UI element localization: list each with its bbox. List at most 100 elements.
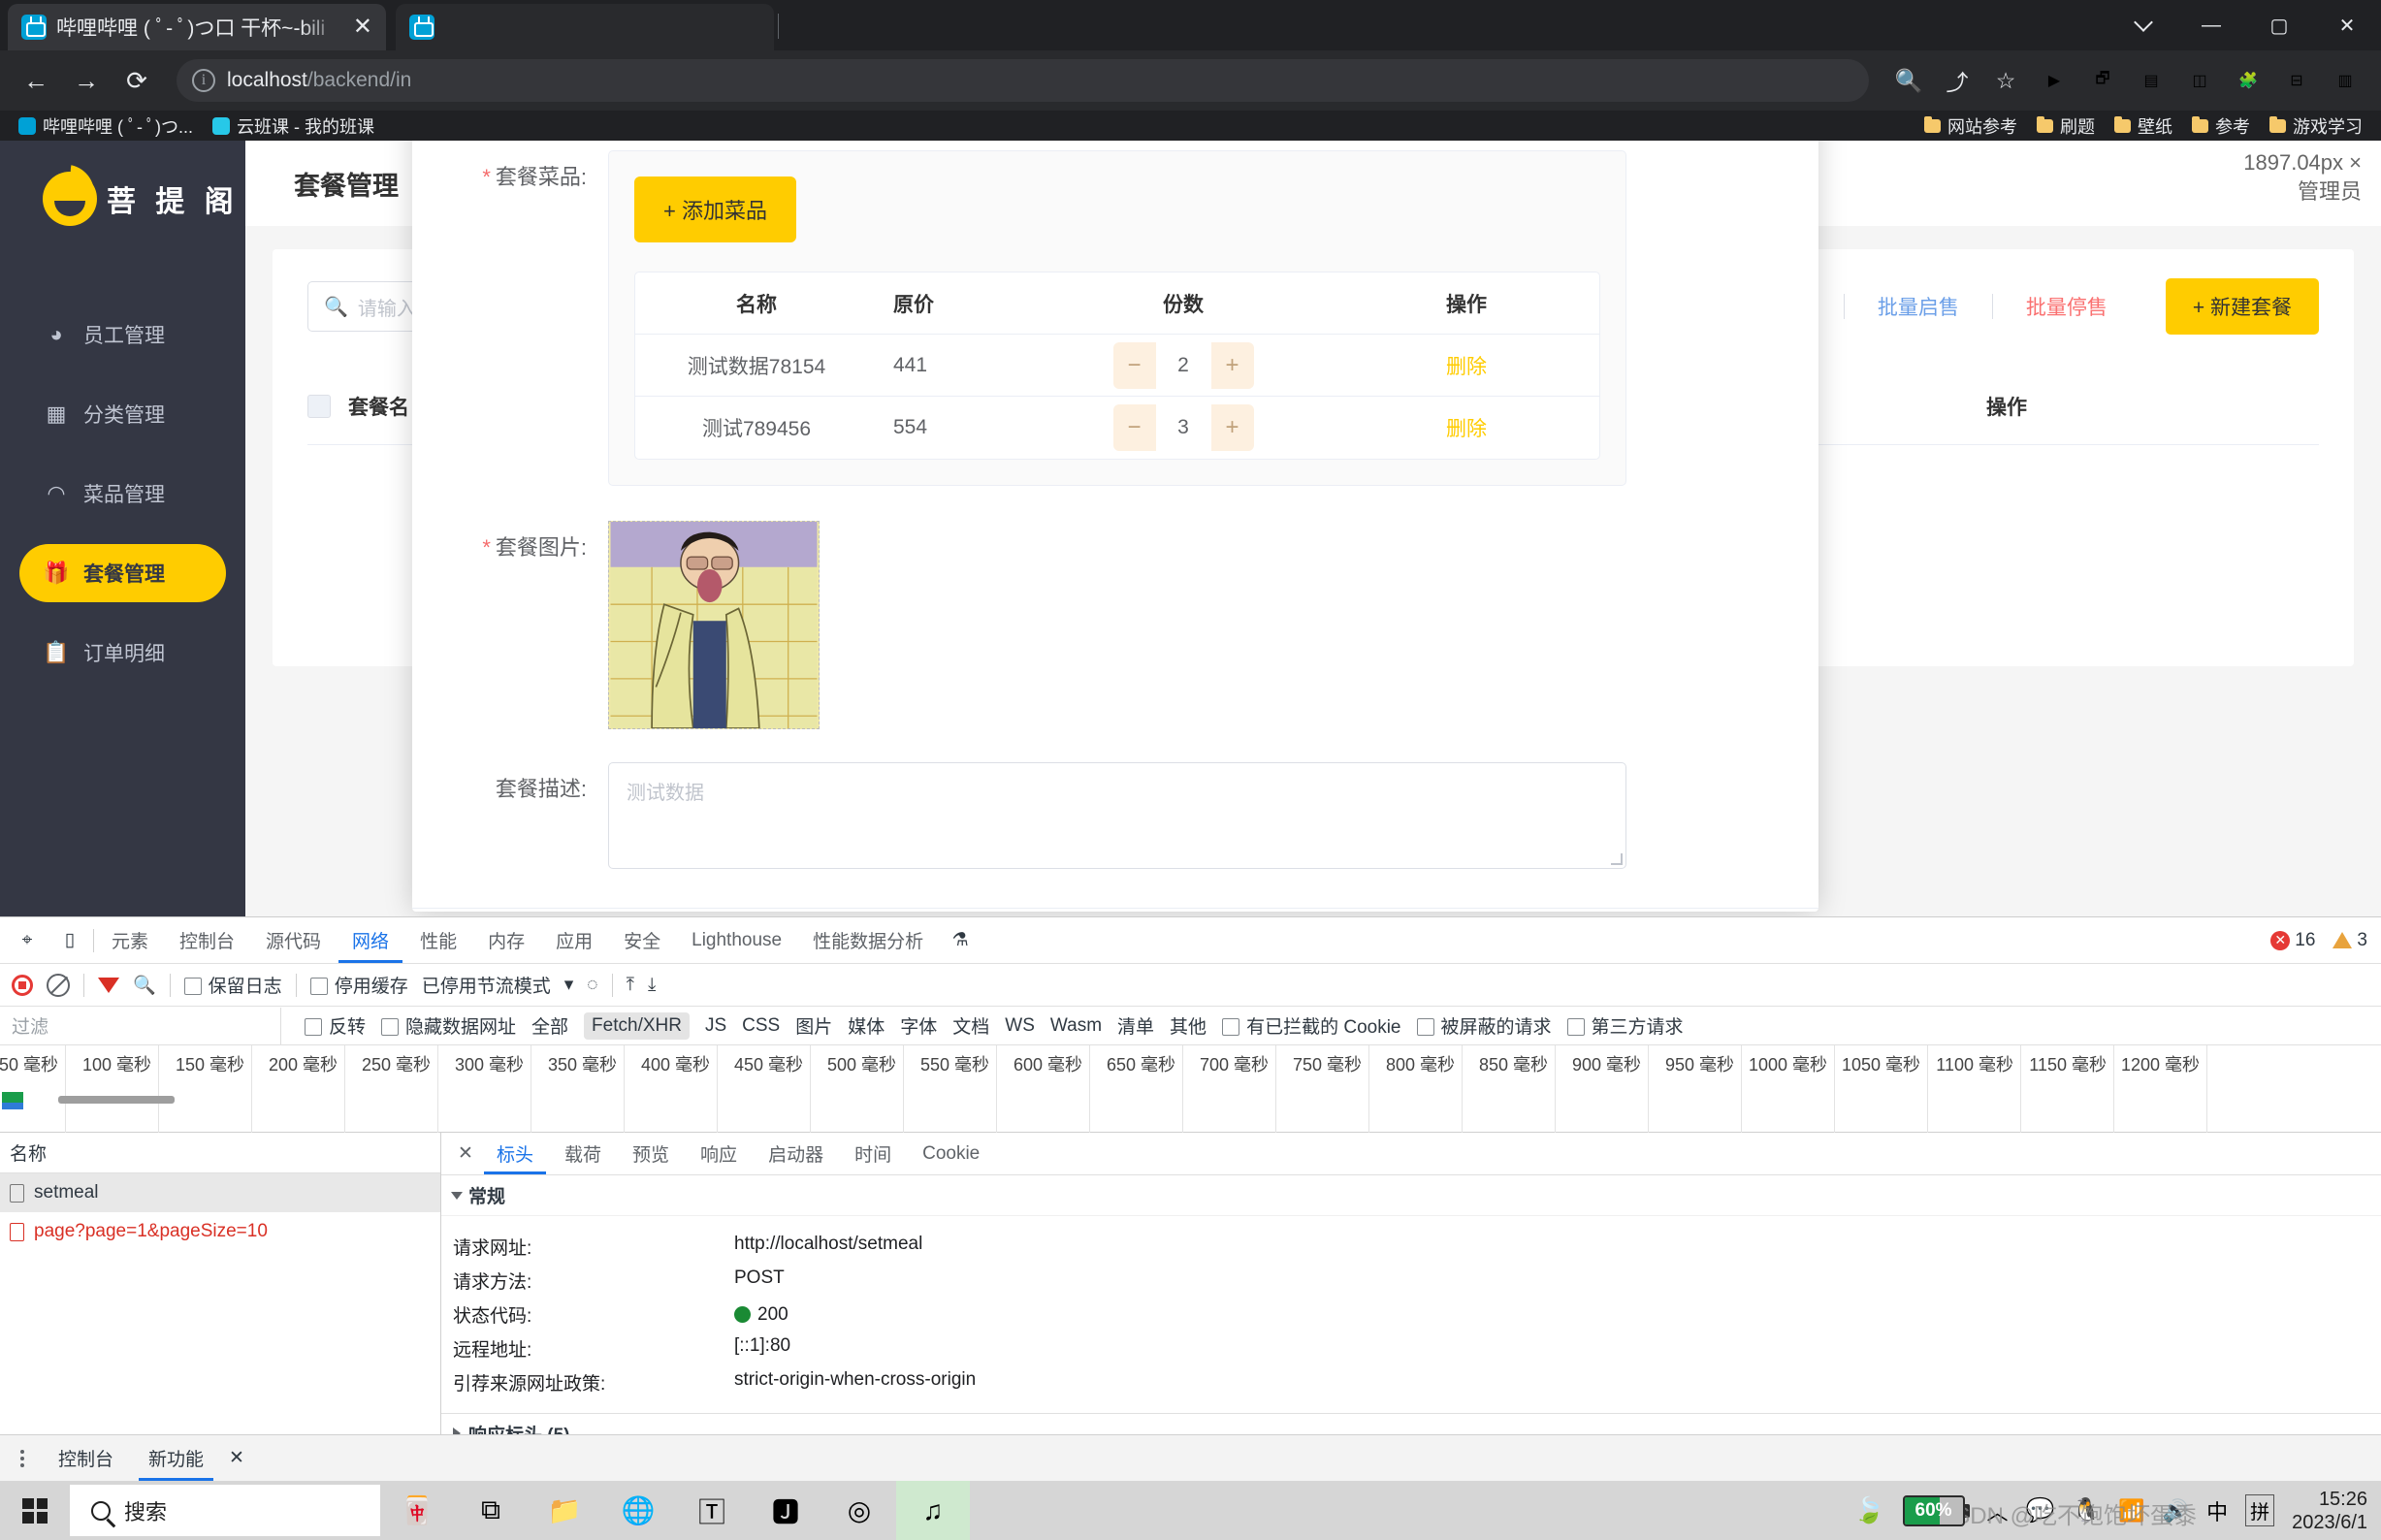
decrement-button[interactable]: − bbox=[1113, 352, 1156, 379]
filter-other[interactable]: 其他 bbox=[1170, 1012, 1207, 1039]
batch-enable-button[interactable]: 批量启售 bbox=[1845, 292, 1992, 321]
quantity-value[interactable]: 2 bbox=[1156, 342, 1211, 389]
ime-indicator[interactable]: 中 bbox=[2206, 1495, 2228, 1526]
increment-button[interactable]: + bbox=[1211, 352, 1254, 379]
browser-essentials-icon[interactable]: ◫ bbox=[2177, 58, 2222, 103]
description-textarea[interactable]: 测试数据 bbox=[608, 762, 1626, 869]
filter-media[interactable]: 媒体 bbox=[848, 1012, 885, 1039]
back-icon[interactable]: ← bbox=[14, 58, 58, 103]
more-options-icon[interactable] bbox=[12, 1450, 33, 1467]
tab-network[interactable]: 网络 bbox=[338, 918, 402, 963]
network-conditions-icon[interactable]: ◌ bbox=[587, 975, 597, 996]
bookmark-folder[interactable]: 网站参考 bbox=[1915, 110, 2026, 143]
delete-dish-button[interactable]: 删除 bbox=[1334, 413, 1599, 442]
close-icon[interactable]: ✕ bbox=[353, 16, 372, 39]
increment-button[interactable]: + bbox=[1211, 414, 1254, 441]
close-icon[interactable]: ✕ bbox=[453, 1141, 478, 1167]
browser-tab-inactive[interactable] bbox=[396, 4, 774, 50]
drawer-tab-whats-new[interactable]: 新功能 bbox=[139, 1436, 213, 1481]
sidebar-item-dish[interactable]: ◠ 菜品管理 bbox=[19, 465, 226, 523]
idea-icon[interactable]: 🅹 bbox=[749, 1481, 822, 1540]
device-toolbar-icon[interactable]: ▯ bbox=[50, 921, 89, 960]
forward-icon[interactable]: → bbox=[64, 58, 109, 103]
filter-font[interactable]: 字体 bbox=[900, 1012, 937, 1039]
battery-indicator[interactable]: 60% bbox=[1903, 1495, 1970, 1526]
tab-security[interactable]: 安全 bbox=[610, 918, 674, 963]
clock[interactable]: 15:26 2023/6/1 bbox=[2292, 1488, 2367, 1534]
new-setmeal-button[interactable]: + 新建套餐 bbox=[2166, 278, 2319, 335]
delete-dish-button[interactable]: 删除 bbox=[1334, 351, 1599, 380]
tab-performance[interactable]: 性能 bbox=[406, 918, 470, 963]
record-icon[interactable] bbox=[12, 975, 33, 996]
filter-manifest[interactable]: 清单 bbox=[1117, 1012, 1154, 1039]
app-icon[interactable]: ◎ bbox=[822, 1481, 896, 1540]
bookmark-folder[interactable]: 刷题 bbox=[2028, 110, 2104, 143]
tab-application[interactable]: 应用 bbox=[542, 918, 606, 963]
network-timeline[interactable]: 50 毫秒 100 毫秒 150 毫秒 200 毫秒 250 毫秒 300 毫秒… bbox=[0, 1045, 2381, 1133]
batch-disable-button[interactable]: 批量停售 bbox=[1993, 292, 2140, 321]
media-icon[interactable]: ▶ bbox=[2032, 58, 2076, 103]
select-all-checkbox[interactable] bbox=[307, 395, 331, 418]
tab-sources[interactable]: 源代码 bbox=[252, 918, 335, 963]
quantity-stepper[interactable]: − 2 + bbox=[1033, 342, 1334, 389]
sidebar-item-setmeal[interactable]: 🎁 套餐管理 bbox=[19, 544, 226, 602]
collections-icon[interactable]: ▤ bbox=[2129, 58, 2173, 103]
reload-icon[interactable]: ⟳ bbox=[114, 58, 159, 103]
filter-fetch-xhr[interactable]: Fetch/XHR bbox=[584, 1012, 690, 1040]
quantity-value[interactable]: 3 bbox=[1156, 404, 1211, 451]
search-icon[interactable]: 🔍 bbox=[133, 974, 156, 997]
list-item[interactable]: setmeal bbox=[0, 1173, 440, 1212]
import-har-icon[interactable]: ⤒ bbox=[627, 975, 634, 996]
tab-headers[interactable]: 标头 bbox=[484, 1134, 546, 1174]
section-general[interactable]: 常规 bbox=[441, 1175, 2381, 1216]
site-info-icon[interactable]: i bbox=[192, 69, 215, 92]
tab-cookies[interactable]: Cookie bbox=[910, 1134, 992, 1174]
browser-tab-active[interactable]: 哔哩哔哩 ( ﾟ- ﾟ)つ口 干杯~-bili ✕ bbox=[8, 4, 386, 50]
bookmark-item[interactable]: 哔哩哔哩 ( ﾟ- ﾟ)つ... bbox=[10, 110, 202, 143]
weiqi-mahjong-icon[interactable]: 🀄 bbox=[380, 1481, 454, 1540]
maximize-button[interactable]: ▢ bbox=[2245, 0, 2313, 50]
export-har-icon[interactable]: ⤓ bbox=[648, 975, 656, 996]
filter-img[interactable]: 图片 bbox=[795, 1012, 832, 1039]
typora-icon[interactable]: 🅃 bbox=[675, 1481, 749, 1540]
task-view-icon[interactable]: ⧉ bbox=[454, 1481, 528, 1540]
taskbar-search[interactable]: 搜索 bbox=[70, 1485, 380, 1536]
sidebar-item-orders[interactable]: 📋 订单明细 bbox=[19, 624, 226, 682]
bookmark-folder[interactable]: 壁纸 bbox=[2106, 110, 2181, 143]
filter-input[interactable]: 过滤 bbox=[0, 1008, 281, 1044]
drawer-tab-console[interactable]: 控制台 bbox=[48, 1445, 123, 1471]
profile-icon[interactable]: ▥ bbox=[2323, 58, 2367, 103]
issues-counter[interactable]: ✕ 16 3 bbox=[2270, 930, 2381, 951]
tab-response[interactable]: 响应 bbox=[688, 1134, 750, 1174]
split-screen-icon[interactable]: ⊟ bbox=[2274, 58, 2319, 103]
minimize-button[interactable]: — bbox=[2177, 0, 2245, 50]
tab-console[interactable]: 控制台 bbox=[166, 918, 248, 963]
tab-payload[interactable]: 载荷 bbox=[552, 1134, 614, 1174]
hide-data-urls-checkbox[interactable]: 隐藏数据网址 bbox=[381, 1012, 516, 1039]
close-icon[interactable]: ✕ bbox=[229, 1447, 244, 1469]
resize-handle-icon[interactable] bbox=[1611, 853, 1623, 865]
search-icon[interactable]: 🔍 bbox=[1886, 58, 1931, 103]
music-icon[interactable]: ♫ bbox=[896, 1481, 970, 1540]
tab-memory[interactable]: 内存 bbox=[474, 918, 538, 963]
filter-icon[interactable] bbox=[98, 978, 119, 993]
tab-search-button[interactable] bbox=[2109, 0, 2177, 50]
tab-timing[interactable]: 时间 bbox=[842, 1134, 904, 1174]
bookmark-folder[interactable]: 参考 bbox=[2183, 110, 2259, 143]
disable-cache-checkbox[interactable]: 停用缓存 bbox=[310, 972, 408, 998]
leaf-icon[interactable]: 🍃 bbox=[1853, 1495, 1884, 1525]
blocked-cookies-checkbox[interactable]: 有已拦截的 Cookie bbox=[1222, 1012, 1400, 1039]
star-icon[interactable]: ☆ bbox=[1983, 58, 2028, 103]
preserve-log-checkbox[interactable]: 保留日志 bbox=[184, 972, 282, 998]
sidebar-item-category[interactable]: ▦ 分类管理 bbox=[19, 385, 226, 443]
chrome-icon[interactable]: 🌐 bbox=[601, 1481, 675, 1540]
extensions-icon[interactable]: 🧩 bbox=[2226, 58, 2270, 103]
share-icon[interactable]: ⤴ bbox=[1935, 58, 1979, 103]
filter-doc[interactable]: 文档 bbox=[952, 1012, 989, 1039]
filter-ws[interactable]: WS bbox=[1005, 1015, 1035, 1037]
invert-checkbox[interactable]: 反转 bbox=[305, 1012, 366, 1039]
tab-elements[interactable]: 元素 bbox=[98, 918, 162, 963]
tab-initiator[interactable]: 启动器 bbox=[756, 1134, 836, 1174]
blocked-requests-checkbox[interactable]: 被屏蔽的请求 bbox=[1417, 1012, 1552, 1039]
tab-lighthouse[interactable]: Lighthouse bbox=[678, 918, 795, 963]
